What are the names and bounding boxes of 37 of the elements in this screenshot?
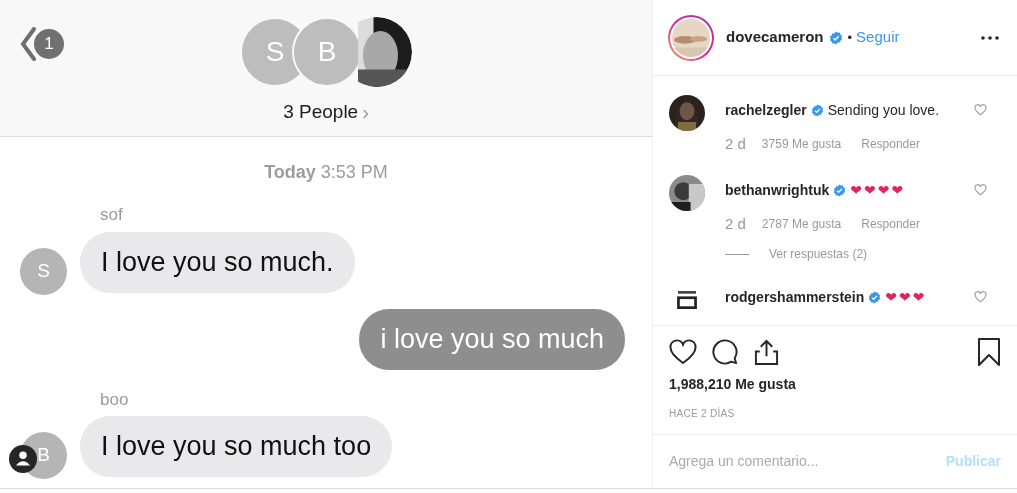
bookmark-icon[interactable] xyxy=(977,338,1001,366)
chevron-icon[interactable]: › xyxy=(362,97,369,127)
username[interactable]: dovecameron xyxy=(726,26,824,49)
comment-icon[interactable] xyxy=(712,338,739,366)
share-icon[interactable] xyxy=(754,338,779,366)
message-bubble: I love you so much too xyxy=(80,416,393,477)
comment-username[interactable]: bethanwrightuk xyxy=(725,179,830,201)
follow-link[interactable]: Seguir xyxy=(856,26,900,49)
like-heart-icon[interactable] xyxy=(669,339,697,365)
back-chevron-icon[interactable] xyxy=(20,27,36,61)
more-options-icon[interactable] xyxy=(981,35,999,40)
view-replies-link[interactable]: Ver respuestas (2) xyxy=(769,245,868,263)
comment-text: Sending you love. xyxy=(827,101,940,120)
timestamp: Today 3:53 PM xyxy=(263,161,389,184)
comment-field[interactable]: Agrega un comentario... xyxy=(669,451,946,472)
comment-like-count[interactable]: 2787 Me gusta xyxy=(761,214,842,233)
comment-username[interactable]: rodgershammerstein xyxy=(725,287,865,308)
avatar: S xyxy=(20,247,67,295)
user-tag-icon[interactable] xyxy=(9,445,37,473)
comment-like-count[interactable]: 3759 Me gusta xyxy=(761,135,842,154)
story-ring[interactable] xyxy=(668,14,714,61)
comment-age: 2 d xyxy=(725,134,746,154)
group-title[interactable]: 3 People xyxy=(283,97,359,127)
message-bubble: I love you so much. xyxy=(80,231,355,293)
comment-username[interactable]: rachelzegler xyxy=(725,100,807,121)
comment-age: 2 d xyxy=(725,213,746,234)
comment-text: ❤❤❤❤ xyxy=(850,180,906,200)
post-date: HACE 2 DÍAS xyxy=(668,406,736,421)
sender-name: boo xyxy=(100,388,130,411)
reply-link[interactable]: Responder xyxy=(861,214,920,233)
comment-text: ❤❤❤ xyxy=(885,288,927,307)
sender-name: sof xyxy=(100,204,124,226)
message-bubble: i love you so much xyxy=(359,308,625,370)
separator-dot: • xyxy=(847,28,853,47)
unread-count-badge: 1 xyxy=(34,29,64,59)
reply-link[interactable]: Responder xyxy=(861,135,920,154)
like-count[interactable]: 1,988,210 Me gusta xyxy=(653,374,1017,395)
